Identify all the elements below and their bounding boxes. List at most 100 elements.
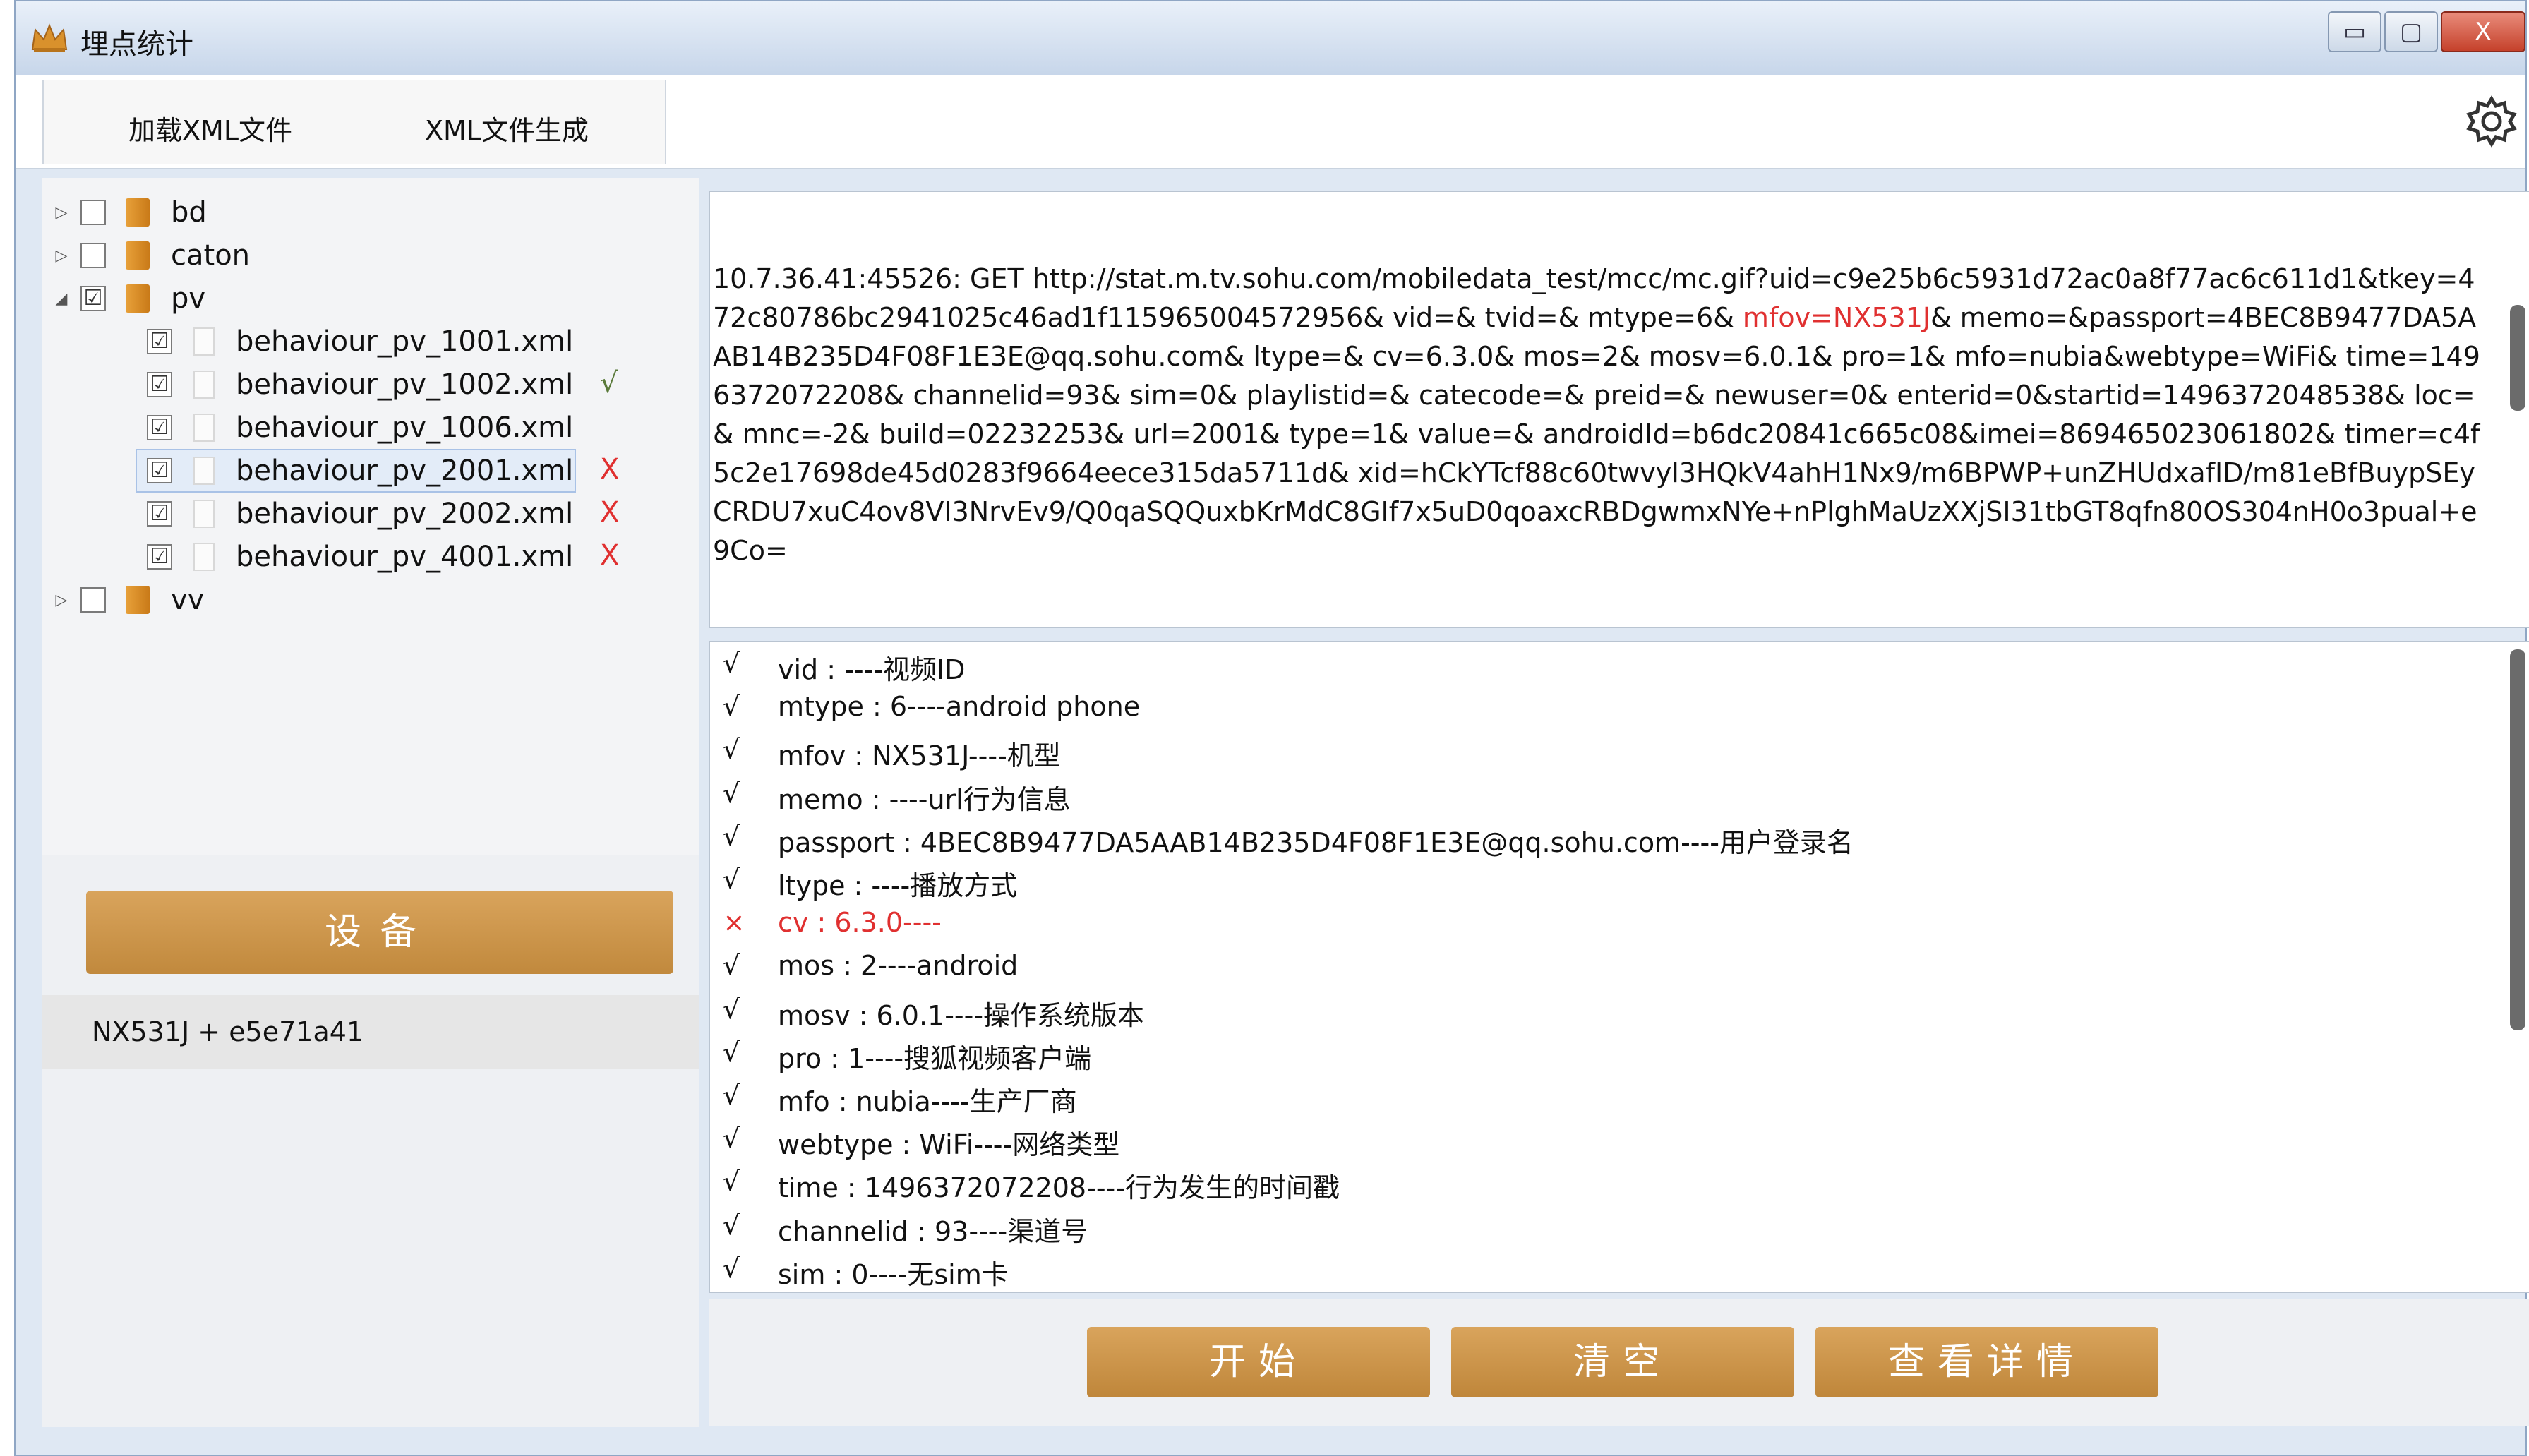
minimize-button[interactable]: ▭ bbox=[2328, 11, 2381, 52]
param-scrollbar[interactable] bbox=[2510, 649, 2525, 1030]
param-text: mos : 2----android bbox=[778, 950, 1019, 982]
tree-checkbox[interactable]: ☑ bbox=[147, 458, 172, 483]
param-text: webtype : WiFi----网络类型 bbox=[778, 1129, 1120, 1161]
param-list-box[interactable]: √ vid : ----视频ID √ mtype : 6----android pho… bbox=[709, 641, 2529, 1293]
status-mark: X bbox=[600, 496, 620, 529]
tree-checkbox[interactable] bbox=[80, 587, 106, 613]
crown-icon bbox=[31, 23, 68, 52]
tree-item[interactable]: ▷ bd bbox=[52, 192, 207, 233]
tree-item-label: pv bbox=[171, 282, 206, 315]
request-text-after: & memo=&passport=4BEC8B9477DA5AAB14B235D… bbox=[713, 302, 2480, 566]
check-mark: √ bbox=[723, 1252, 740, 1284]
check-mark: √ bbox=[723, 864, 740, 895]
tree-checkbox[interactable] bbox=[80, 200, 106, 225]
tree-item-label: behaviour_pv_1006.xml bbox=[236, 411, 574, 444]
tree-item-label: bd bbox=[171, 196, 207, 229]
tree-checkbox[interactable]: ☑ bbox=[147, 501, 172, 527]
param-row: √ mfo : nubia----生产厂商 bbox=[710, 1077, 2475, 1120]
tree-item-label: caton bbox=[171, 239, 251, 272]
tree-item[interactable]: ◢ ☑ pv bbox=[52, 278, 206, 319]
param-row: √ mfov : NX531J----机型 bbox=[710, 731, 2475, 774]
param-row: × cv : 6.3.0---- bbox=[710, 904, 2475, 947]
file-icon bbox=[193, 500, 215, 528]
file-icon bbox=[193, 327, 215, 356]
file-tree: ▷ bd ▷ caton ◢ ☑ pv ☑ behaviour_pv_1001.xml ☑ beha… bbox=[42, 178, 699, 855]
expander-icon[interactable]: ▷ bbox=[52, 247, 71, 265]
generate-xml-button[interactable]: XML文件生成 bbox=[425, 109, 589, 148]
tree-item[interactable]: ☑ behaviour_pv_1002.xml bbox=[137, 364, 573, 405]
tree-checkbox[interactable]: ☑ bbox=[80, 286, 106, 311]
param-text: vid : ----视频ID bbox=[778, 654, 966, 685]
check-mark: √ bbox=[723, 1166, 740, 1198]
check-mark: √ bbox=[723, 820, 740, 852]
device-button[interactable]: 设备 bbox=[86, 891, 673, 974]
param-row: √ mtype : 6----android phone bbox=[710, 688, 2475, 731]
param-text: mtype : 6----android phone bbox=[778, 691, 1141, 723]
window-title: 埋点统计 bbox=[80, 28, 193, 61]
check-mark: √ bbox=[723, 648, 740, 679]
param-row: √ sim : 0----无sim卡 bbox=[710, 1250, 2475, 1292]
check-mark: √ bbox=[723, 777, 740, 809]
request-log-box[interactable]: 10.7.36.41:45526: GET http://stat.m.tv.s… bbox=[709, 191, 2529, 628]
tree-checkbox[interactable]: ☑ bbox=[147, 415, 172, 440]
check-mark: √ bbox=[723, 1209, 740, 1241]
clear-button[interactable]: 清空 bbox=[1451, 1327, 1794, 1397]
start-button[interactable]: 开始 bbox=[1087, 1327, 1430, 1397]
param-row: √ webtype : WiFi----网络类型 bbox=[710, 1120, 2475, 1163]
tree-item-label: behaviour_pv_2001.xml bbox=[236, 455, 574, 487]
param-text: memo : ----url行为信息 bbox=[778, 783, 1071, 815]
param-text: passport : 4BEC8B9477DA5AAB14B235D4F08F1… bbox=[778, 826, 1854, 858]
tree-checkbox[interactable]: ☑ bbox=[147, 544, 172, 570]
tree-item[interactable]: ☑ behaviour_pv_1006.xml bbox=[137, 407, 573, 448]
check-mark: √ bbox=[723, 1080, 740, 1111]
param-text: ltype : ----播放方式 bbox=[778, 870, 1018, 901]
tree-item-label: vv bbox=[171, 584, 205, 616]
param-row: √ vid : ----视频ID bbox=[710, 645, 2475, 688]
left-panel: ▷ bd ▷ caton ◢ ☑ pv ☑ behaviour_pv_1001.xml ☑ beha… bbox=[42, 178, 699, 1427]
expander-icon[interactable]: ◢ bbox=[52, 290, 71, 308]
tree-item-label: behaviour_pv_4001.xml bbox=[236, 541, 574, 573]
file-icon bbox=[193, 414, 215, 442]
tree-checkbox[interactable] bbox=[80, 243, 106, 268]
check-mark: √ bbox=[723, 691, 740, 723]
status-mark: X bbox=[600, 539, 620, 572]
details-button[interactable]: 查看详情 bbox=[1815, 1327, 2158, 1397]
request-text-highlight: mfov=NX531J bbox=[1742, 302, 1931, 333]
tree-checkbox[interactable]: ☑ bbox=[147, 372, 172, 397]
param-text: mosv : 6.0.1----操作系统版本 bbox=[778, 999, 1145, 1031]
action-bar: 开始 清空 查看详情 bbox=[709, 1299, 2529, 1426]
tree-item[interactable]: ☑ behaviour_pv_2002.xml bbox=[137, 493, 573, 534]
tree-item-label: behaviour_pv_1001.xml bbox=[236, 325, 574, 358]
param-text: channelid : 93----渠道号 bbox=[778, 1215, 1088, 1247]
status-mark: √ bbox=[600, 367, 618, 399]
toolbar: 加载XML文件 XML文件生成 bbox=[16, 75, 2525, 169]
param-row: √ time : 1496372072208----行为发生的时间戳 bbox=[710, 1163, 2475, 1206]
file-icon bbox=[193, 371, 215, 399]
folder-icon bbox=[126, 198, 150, 227]
tree-item[interactable]: ▷ caton bbox=[52, 235, 250, 276]
tree-item[interactable]: ☑ behaviour_pv_1001.xml bbox=[137, 321, 573, 362]
request-scrollbar[interactable] bbox=[2510, 305, 2525, 411]
param-row: √ passport : 4BEC8B9477DA5AAB14B235D4F08F… bbox=[710, 818, 2475, 861]
folder-icon bbox=[126, 586, 150, 614]
param-row: √ ltype : ----播放方式 bbox=[710, 861, 2475, 904]
tree-checkbox[interactable]: ☑ bbox=[147, 329, 172, 354]
param-row: √ memo : ----url行为信息 bbox=[710, 775, 2475, 818]
maximize-button[interactable]: ▢ bbox=[2384, 11, 2438, 52]
param-text: mfov : NX531J----机型 bbox=[778, 740, 1061, 772]
param-text: mfo : nubia----生产厂商 bbox=[778, 1086, 1077, 1117]
gear-icon[interactable] bbox=[2463, 93, 2520, 150]
expander-icon[interactable]: ▷ bbox=[52, 591, 71, 609]
expander-icon[interactable]: ▷ bbox=[52, 204, 71, 222]
param-text: time : 1496372072208----行为发生的时间戳 bbox=[778, 1172, 1340, 1204]
tree-item[interactable]: ☑ behaviour_pv_2001.xml bbox=[136, 449, 576, 493]
load-xml-button[interactable]: 加载XML文件 bbox=[128, 109, 292, 148]
check-mark: √ bbox=[723, 734, 740, 766]
title-bar[interactable]: 埋点统计 ▭ ▢ X bbox=[16, 1, 2525, 75]
tree-item[interactable]: ▷ vv bbox=[52, 579, 205, 620]
tree-item[interactable]: ☑ behaviour_pv_4001.xml bbox=[137, 536, 573, 577]
close-button[interactable]: X bbox=[2441, 11, 2525, 52]
check-mark: √ bbox=[723, 1123, 740, 1155]
status-mark: X bbox=[600, 453, 620, 486]
param-row: √ mos : 2----android bbox=[710, 947, 2475, 990]
